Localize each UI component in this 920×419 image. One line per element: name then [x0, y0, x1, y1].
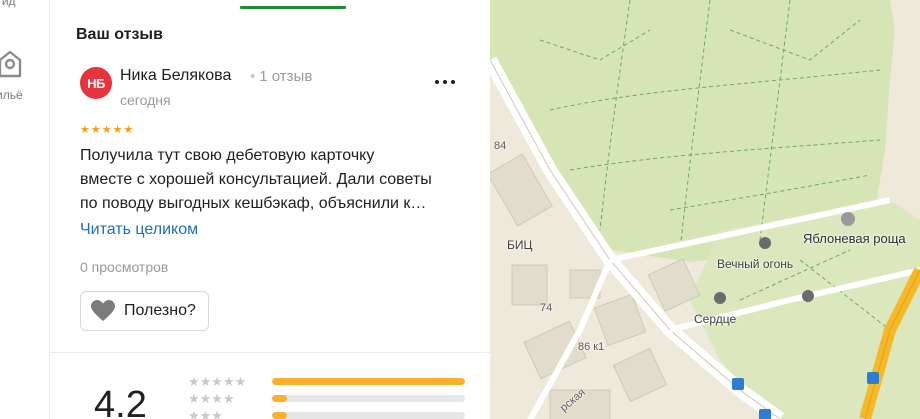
- rating-distribution-row[interactable]: ★★★: [188, 409, 465, 419]
- distribution-bar: [272, 412, 465, 419]
- map-view[interactable]: Яблоневая роща Вечный огонь Сердце БИЦ 8…: [490, 0, 920, 419]
- distribution-stars-icon: ★★★: [188, 408, 223, 419]
- overall-rating-value: 4.2: [94, 384, 147, 419]
- map-label-park[interactable]: Яблоневая роща: [803, 231, 906, 246]
- distribution-stars-icon: ★★★★: [188, 391, 235, 406]
- monument-icon[interactable]: [802, 290, 814, 302]
- review-text-line: по поводу выгодных кешбэкаф, объяснили к…: [80, 195, 427, 212]
- more-dot-icon: [435, 80, 439, 84]
- map-label-heart[interactable]: Сердце: [694, 312, 736, 326]
- distribution-bar-fill: [272, 395, 288, 402]
- read-more-link[interactable]: Читать целиком: [80, 221, 198, 239]
- section-title: Ваш отзыв: [76, 26, 163, 43]
- more-dot-icon: [451, 80, 455, 84]
- author-reviews-count-text: 1 отзыв: [259, 68, 313, 85]
- review-text-line: Получила тут свою дебетовую карточку: [80, 147, 375, 164]
- distribution-bar-fill: [272, 412, 288, 419]
- review-date: сегодня: [120, 92, 171, 108]
- rating-star-icon: ★: [80, 124, 90, 136]
- map-label-eternal-flame[interactable]: Вечный огонь: [717, 257, 793, 271]
- distribution-bar-fill: [272, 378, 465, 385]
- distribution-bar: [272, 378, 465, 385]
- bus-stop-icon[interactable]: [759, 409, 771, 419]
- useful-button-label: Полезно?: [124, 302, 196, 319]
- heart-monument-icon[interactable]: [714, 292, 726, 304]
- left-rail: Гид ильё: [0, 0, 50, 419]
- rail-item-housing-label[interactable]: ильё: [0, 88, 23, 102]
- rating-star-icon: ★: [90, 124, 101, 136]
- review-text-line: вместе с хорошей консультацией. Дали сов…: [80, 171, 432, 188]
- rating-distribution-row[interactable]: ★★★★: [188, 392, 465, 405]
- author-name[interactable]: Ника Белякова: [120, 67, 231, 85]
- map-label-house-84: 84: [494, 140, 507, 152]
- rating-star-icon: ★: [123, 124, 134, 136]
- bus-stop-icon[interactable]: [732, 378, 744, 390]
- bus-stop-icon[interactable]: [867, 372, 879, 384]
- map-label-house-74: 74: [540, 302, 553, 314]
- housing-icon[interactable]: [0, 46, 26, 86]
- active-tab-indicator: [240, 6, 346, 9]
- review-rating-stars: ★ ★ ★ ★ ★: [80, 124, 133, 136]
- review-panel: Ваш отзыв НБ Ника Белякова • 1 отзыв сего…: [50, 0, 490, 419]
- useful-button[interactable]: Полезно?: [80, 291, 209, 331]
- rating-distribution-row[interactable]: ★★★★★: [188, 375, 465, 388]
- author-reviews-count: • 1 отзыв: [250, 68, 313, 85]
- rating-star-icon: ★: [112, 124, 123, 136]
- review-text: Получила тут свою дебетовую карточку вме…: [80, 144, 470, 216]
- map-label-bic[interactable]: БИЦ: [507, 238, 532, 252]
- distribution-stars-icon: ★★★★★: [188, 374, 247, 389]
- more-options-button[interactable]: [430, 72, 460, 92]
- avatar[interactable]: НБ: [80, 67, 112, 99]
- rail-item-guide-label[interactable]: Гид: [0, 0, 16, 8]
- section-divider: [50, 352, 490, 353]
- more-dot-icon: [443, 80, 447, 84]
- rating-star-icon: ★: [101, 124, 112, 136]
- views-count: 0 просмотров: [80, 259, 169, 275]
- map-canvas[interactable]: [490, 0, 920, 419]
- distribution-bar: [272, 395, 465, 402]
- park-pin-icon[interactable]: [841, 212, 855, 226]
- eternal-flame-icon[interactable]: [759, 237, 771, 249]
- map-label-house-86k1: 86 к1: [578, 341, 605, 353]
- heart-icon: [91, 300, 115, 321]
